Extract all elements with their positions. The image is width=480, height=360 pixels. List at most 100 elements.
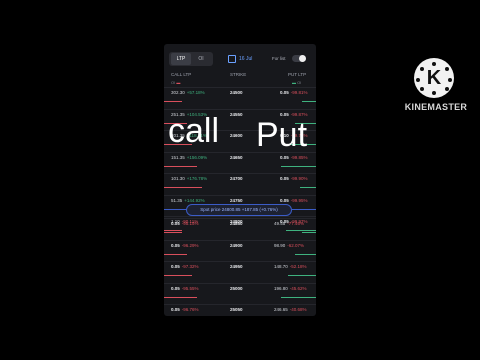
strike-header: STRIKE bbox=[230, 72, 247, 77]
put-ltp-cell: 49.55 -77.46% bbox=[274, 221, 304, 226]
put-ltp-cell: 0.05 -99.95% bbox=[280, 198, 308, 203]
put-ltp-cell: 98.90 -62.07% bbox=[274, 243, 304, 248]
call-change: -96.29% bbox=[181, 242, 199, 248]
spot-line-left bbox=[164, 209, 186, 210]
put-change: -99.90% bbox=[290, 176, 308, 181]
put-ltp-value: 0.05 bbox=[280, 154, 289, 160]
strike-price: 24500 bbox=[230, 90, 243, 95]
call-ltp-cell: 0.05 -95.15% bbox=[171, 221, 199, 226]
put-oi-bar bbox=[300, 187, 316, 188]
logo-dot bbox=[445, 67, 449, 71]
call-oi-bar bbox=[164, 296, 197, 298]
chain-row[interactable]: 101.30 +176.78% 24700 0.05 -99.90% bbox=[164, 173, 316, 193]
put-change: -45.62% bbox=[289, 285, 307, 291]
put-change: -99.81% bbox=[290, 90, 308, 95]
call-ltp-value: 0.05 bbox=[171, 264, 180, 269]
call-ltp-value: 51.35 bbox=[171, 197, 183, 203]
put-change: -52.18% bbox=[289, 264, 307, 269]
put-ltp-value: 49.55 bbox=[274, 221, 286, 226]
call-oi-bar bbox=[164, 275, 192, 276]
strike-price: 24650 bbox=[230, 154, 243, 160]
call-ltp-cell: 0.05 -96.76% bbox=[171, 307, 199, 312]
for-list-label: For list bbox=[272, 56, 286, 61]
strike-price: 24900 bbox=[230, 242, 243, 248]
strike-price: 24600 bbox=[230, 133, 243, 138]
call-oi-bar bbox=[164, 165, 197, 167]
call-change: -97.32% bbox=[181, 264, 199, 269]
calendar-icon bbox=[228, 54, 236, 63]
put-oi-bar bbox=[302, 232, 316, 233]
put-change: -99.85% bbox=[290, 154, 308, 160]
chain-row[interactable]: 0.05 -95.15% 24850 49.55 -77.46% bbox=[164, 218, 316, 238]
call-change: -95.55% bbox=[181, 285, 199, 291]
chain-row[interactable]: 302.30 +57.18% 24500 0.05 -99.81% bbox=[164, 87, 316, 107]
logo-dot bbox=[448, 78, 452, 82]
strike-price: 24750 bbox=[230, 197, 243, 203]
row-divider bbox=[164, 218, 316, 219]
put-ltp-value: 246.65 bbox=[274, 307, 288, 312]
row-divider bbox=[164, 261, 316, 262]
call-ltp-cell: 101.30 +176.78% bbox=[171, 176, 207, 181]
tab-ltp[interactable]: LTP bbox=[171, 53, 191, 65]
chain-row[interactable]: 0.05 -96.29% 24900 98.90 -62.07% bbox=[164, 239, 316, 260]
overlay-call-text: call bbox=[168, 112, 220, 150]
strike-price: 24700 bbox=[230, 176, 243, 181]
call-oi-subheader: OI ▬ bbox=[171, 80, 181, 85]
put-oi-bar bbox=[295, 253, 316, 255]
row-divider bbox=[164, 108, 316, 110]
put-ltp-value: 0.05 bbox=[280, 176, 289, 181]
call-change: -95.15% bbox=[181, 221, 199, 226]
put-ltp-cell: 0.05 -99.85% bbox=[280, 155, 308, 160]
call-ltp-value: 101.30 bbox=[171, 176, 185, 181]
strike-price: 24950 bbox=[230, 264, 243, 269]
put-ltp-cell: 0.05 -99.90% bbox=[280, 176, 308, 181]
row-divider bbox=[164, 173, 316, 174]
logo-dot bbox=[420, 67, 424, 71]
row-divider bbox=[164, 87, 316, 88]
call-change: +57.18% bbox=[186, 90, 205, 95]
call-ltp-cell: 0.05 -96.29% bbox=[171, 243, 199, 248]
put-change: -77.46% bbox=[287, 221, 305, 226]
row-divider bbox=[164, 194, 316, 196]
put-ltp-value: 0.05 bbox=[280, 90, 289, 95]
call-ltp-cell: 302.30 +57.18% bbox=[171, 90, 205, 95]
call-ltp-cell: 0.05 -97.32% bbox=[171, 264, 199, 269]
row-divider bbox=[164, 239, 316, 241]
row-divider bbox=[164, 216, 316, 217]
put-ltp-cell: 246.65 -40.68% bbox=[274, 307, 307, 312]
chain-row[interactable]: 0.05 -96.76% 25050 246.65 -40.68% bbox=[164, 304, 316, 316]
put-ltp-value: 0.05 bbox=[280, 197, 289, 203]
for-list-toggle[interactable] bbox=[292, 55, 306, 62]
logo-dot bbox=[416, 78, 420, 82]
put-change: -62.07% bbox=[287, 242, 305, 248]
put-oi-bar bbox=[281, 296, 316, 298]
toggle-knob bbox=[299, 55, 306, 62]
ltp-oi-toggle[interactable]: LTP OI bbox=[169, 52, 213, 66]
spot-change: +187.85 (+0.76%) bbox=[241, 207, 278, 212]
call-ltp-header: CALL LTP bbox=[171, 72, 192, 77]
put-change: -40.68% bbox=[289, 307, 307, 312]
strike-price: 25050 bbox=[230, 307, 243, 312]
call-oi-bar bbox=[164, 187, 202, 188]
kinemaster-watermark-text: KINEMASTER bbox=[404, 102, 468, 112]
put-oi-bar bbox=[288, 275, 316, 276]
put-ltp-value: 196.80 bbox=[274, 285, 288, 291]
logo-dot bbox=[432, 62, 436, 66]
call-oi-bar bbox=[164, 101, 182, 102]
put-ltp-cell: 0.05 -99.81% bbox=[280, 90, 308, 95]
strike-price: 25000 bbox=[230, 285, 243, 291]
logo-dot bbox=[420, 87, 424, 91]
call-oi-bar bbox=[164, 253, 187, 255]
logo-dot bbox=[445, 87, 449, 91]
option-chain-screen: LTP OI 16 Jul For list CALL LTP STRIKE P… bbox=[164, 44, 316, 316]
top-bar: LTP OI 16 Jul For list bbox=[164, 52, 316, 68]
tab-oi[interactable]: OI bbox=[191, 53, 211, 65]
call-change: +176.78% bbox=[186, 176, 208, 181]
call-change: -96.76% bbox=[181, 307, 199, 312]
chain-row[interactable]: 0.05 -95.55% 25000 196.80 -45.62% bbox=[164, 282, 316, 303]
put-ltp-value: 98.90 bbox=[274, 242, 286, 248]
chain-row[interactable]: 0.05 -97.32% 24950 148.70 -52.18% bbox=[164, 261, 316, 281]
put-oi-subheader: ▬ OI bbox=[292, 80, 302, 85]
expiry-date-selector[interactable]: 16 Jul bbox=[228, 53, 252, 65]
put-oi-bar bbox=[281, 165, 316, 167]
